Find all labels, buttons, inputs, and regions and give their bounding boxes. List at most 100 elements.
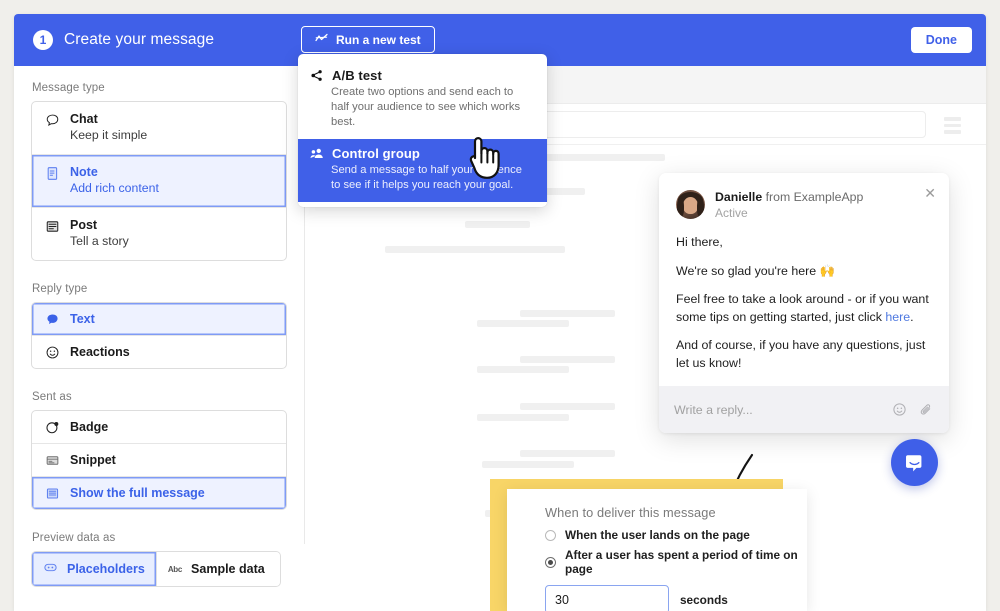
option-text-title: Text bbox=[70, 311, 95, 326]
post-lines-icon bbox=[44, 218, 60, 234]
skeleton-line bbox=[520, 310, 615, 317]
skeleton-line bbox=[520, 450, 615, 457]
option-post-title: Post bbox=[70, 218, 98, 232]
seconds-label: seconds bbox=[680, 592, 728, 607]
seconds-input[interactable] bbox=[545, 585, 669, 611]
message-type-list: Chat Keep it simple Note Add rich conten… bbox=[31, 101, 287, 261]
messenger-reply-bar: Write a reply... bbox=[659, 386, 949, 433]
skeleton-line bbox=[477, 320, 569, 327]
option-badge-title: Badge bbox=[70, 419, 109, 434]
option-chat-title: Chat bbox=[70, 112, 98, 126]
skeleton-line bbox=[465, 221, 530, 228]
skeleton-line bbox=[385, 246, 565, 253]
full-message-icon bbox=[44, 485, 60, 501]
messenger-header: Danielle from ExampleApp Active bbox=[659, 173, 949, 221]
left-settings-sidebar: Message type Chat Keep it simple Note Ad… bbox=[14, 66, 305, 587]
skeleton-line bbox=[520, 356, 615, 363]
abc-text-icon: Abc bbox=[167, 564, 183, 574]
segment-placeholders-label: Placeholders bbox=[67, 562, 145, 576]
page-title: Create your message bbox=[64, 31, 215, 48]
skeleton-line bbox=[477, 366, 569, 373]
radio-icon-selected[interactable] bbox=[545, 556, 556, 568]
dropdown-item-control-group-title: Control group bbox=[332, 146, 420, 161]
done-button[interactable]: Done bbox=[910, 27, 972, 53]
option-chat[interactable]: Chat Keep it simple bbox=[32, 102, 286, 155]
dropdown-item-ab-test-title: A/B test bbox=[332, 68, 382, 83]
group-label-message-type: Message type bbox=[32, 82, 105, 94]
run-a-new-test-button[interactable]: Run a new test bbox=[301, 26, 435, 53]
option-show-full-message-title: Show the full message bbox=[70, 485, 205, 500]
placeholder-brackets-icon bbox=[43, 560, 58, 578]
group-reply-type: Reply type Text Reactions bbox=[31, 283, 287, 369]
option-post[interactable]: Post Tell a story bbox=[32, 208, 286, 260]
option-note[interactable]: Note Add rich content bbox=[32, 155, 286, 208]
close-icon[interactable]: ✕ bbox=[924, 186, 936, 200]
message-paragraph: We're so glad you're here 🙌 bbox=[676, 263, 836, 278]
message-paragraph: Feel free to take a look around - or if … bbox=[676, 292, 929, 324]
group-sent-as: Sent as Badge Snippet Show the full mess… bbox=[31, 391, 287, 510]
segment-placeholders[interactable]: Placeholders bbox=[32, 552, 156, 586]
intercom-launcher-icon[interactable] bbox=[891, 439, 938, 486]
radio-option-period-of-time-label: After a user has spent a period of time … bbox=[565, 548, 798, 576]
snippet-card-icon bbox=[44, 452, 60, 468]
filled-bubble-icon bbox=[44, 311, 60, 327]
group-label-sent-as: Sent as bbox=[32, 391, 72, 403]
reply-placeholder[interactable]: Write a reply... bbox=[674, 403, 880, 417]
segment-sample-data[interactable]: Abc Sample data bbox=[155, 552, 280, 586]
ab-split-icon bbox=[310, 69, 324, 82]
skeleton-line bbox=[482, 461, 574, 468]
radio-option-lands-on-page-label: When the user lands on the page bbox=[565, 528, 750, 542]
delivery-timing-card: When to deliver this message When the us… bbox=[507, 489, 807, 611]
message-paragraph: And of course, if you have any questions… bbox=[676, 338, 926, 370]
sender-name: Danielle from ExampleApp bbox=[715, 190, 864, 204]
reply-type-list: Text Reactions bbox=[31, 302, 287, 369]
smiley-face-icon bbox=[44, 344, 60, 360]
option-reactions[interactable]: Reactions bbox=[32, 336, 286, 368]
chat-bubble-icon bbox=[44, 112, 60, 128]
option-reactions-title: Reactions bbox=[70, 344, 130, 359]
option-note-title: Note bbox=[70, 165, 98, 179]
option-snippet[interactable]: Snippet bbox=[32, 444, 286, 477]
note-document-icon bbox=[44, 165, 60, 181]
option-show-full-message[interactable]: Show the full message bbox=[32, 477, 286, 509]
option-text[interactable]: Text bbox=[32, 303, 286, 336]
skeleton-line bbox=[520, 403, 615, 410]
delivery-timing-title: When to deliver this message bbox=[545, 505, 716, 520]
hamburger-menu-icon[interactable] bbox=[944, 117, 961, 137]
people-group-icon bbox=[310, 147, 324, 160]
here-link[interactable]: here bbox=[885, 310, 910, 324]
option-note-subtitle: Add rich content bbox=[70, 181, 159, 195]
dropdown-item-control-group[interactable]: Control group Send a message to half you… bbox=[298, 139, 547, 202]
group-label-preview-data-as: Preview data as bbox=[32, 532, 116, 544]
dropdown-item-ab-test-description: Create two options and send each to half… bbox=[331, 86, 521, 128]
radio-option-period-of-time[interactable]: After a user has spent a period of time … bbox=[545, 548, 807, 576]
attachment-icon[interactable] bbox=[919, 402, 934, 417]
messenger-preview-card: ✕ Danielle from ExampleApp Active Hi the… bbox=[659, 173, 949, 433]
emoji-icon[interactable] bbox=[892, 402, 907, 417]
screenshot-root: 1 Create your message Run a new test Don… bbox=[0, 0, 1000, 611]
avatar bbox=[676, 190, 705, 219]
message-paragraph: Hi there, bbox=[676, 235, 723, 249]
option-badge[interactable]: Badge bbox=[32, 411, 286, 444]
option-snippet-title: Snippet bbox=[70, 452, 116, 467]
run-a-new-test-label: Run a new test bbox=[336, 32, 421, 47]
trend-line-icon bbox=[315, 33, 328, 47]
seconds-row: seconds bbox=[545, 585, 807, 611]
option-post-subtitle: Tell a story bbox=[70, 234, 129, 248]
done-label: Done bbox=[925, 33, 957, 47]
sent-as-list: Badge Snippet Show the full message bbox=[31, 410, 287, 510]
status-badge: Active bbox=[715, 206, 748, 220]
preview-data-segmented-control: Placeholders Abc Sample data bbox=[31, 551, 281, 587]
option-chat-subtitle: Keep it simple bbox=[70, 128, 148, 142]
messenger-body: Hi there, We're so glad you're here 🙌 Fe… bbox=[659, 221, 949, 372]
radio-icon[interactable] bbox=[545, 529, 556, 541]
radio-option-lands-on-page[interactable]: When the user lands on the page bbox=[545, 528, 807, 542]
dropdown-item-ab-test[interactable]: A/B test Create two options and send eac… bbox=[298, 61, 547, 139]
skeleton-line bbox=[477, 414, 569, 421]
group-label-reply-type: Reply type bbox=[32, 283, 88, 295]
segment-sample-data-label: Sample data bbox=[191, 562, 265, 576]
group-preview-data-as: Preview data as Placeholders Abc Sample … bbox=[31, 532, 287, 587]
badge-circle-icon bbox=[44, 419, 60, 435]
dropdown-item-control-group-description: Send a message to half your audience to … bbox=[331, 164, 522, 191]
test-type-dropdown: A/B test Create two options and send eac… bbox=[298, 54, 547, 207]
